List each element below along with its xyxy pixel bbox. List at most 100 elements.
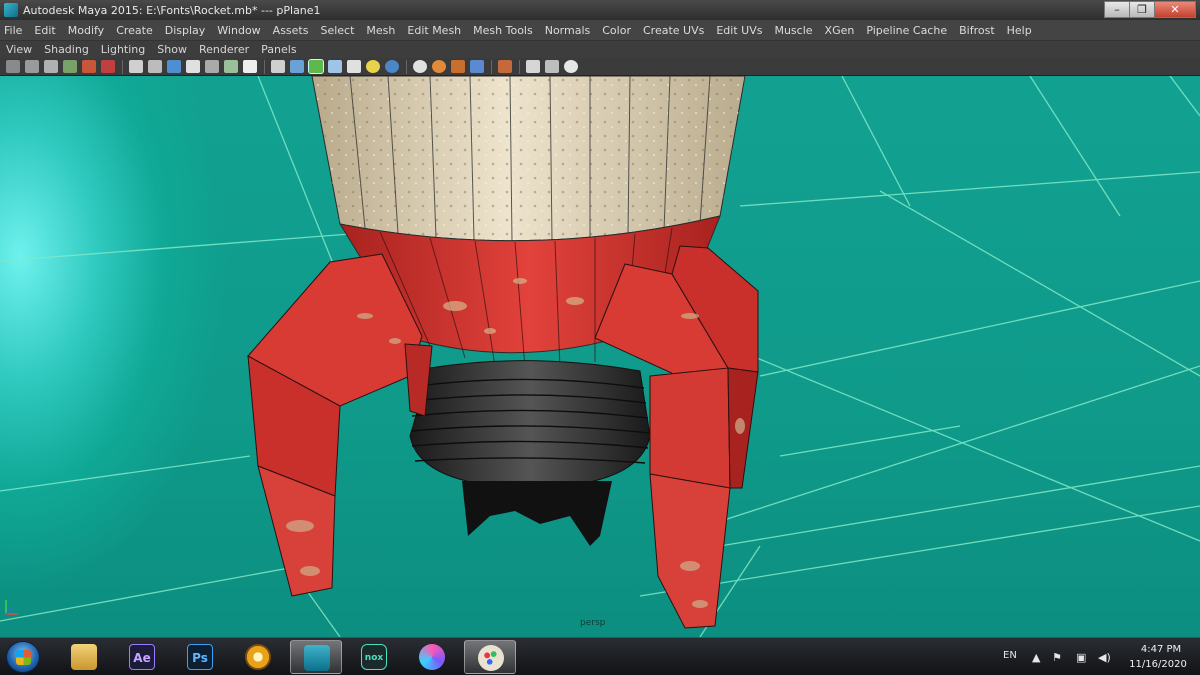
taskbar-media-app[interactable]: [406, 640, 458, 674]
browser-icon: [245, 644, 271, 670]
textured-icon[interactable]: [328, 60, 342, 73]
isolate-select-icon[interactable]: [498, 60, 512, 73]
menu-normals[interactable]: Normals: [545, 24, 591, 37]
menu-color[interactable]: Color: [602, 24, 631, 37]
rocket-nozzle[interactable]: [409, 360, 651, 546]
ambient-occlusion-icon[interactable]: [385, 60, 399, 73]
grid-icon[interactable]: [129, 60, 143, 73]
resolution-gate-icon[interactable]: [167, 60, 181, 73]
taskbar-maya[interactable]: [290, 640, 342, 674]
share-icon[interactable]: [564, 60, 578, 73]
windows-taskbar: Ae Ps nox EN ▲ ⚑ ▣ ◀) 4:47 PM 11/16/2020: [0, 637, 1200, 675]
window-controls: – ❐ ✕: [1104, 1, 1196, 18]
axis-gizmo-icon: [5, 600, 18, 615]
title-bar: Autodesk Maya 2015: E:\Fonts\Rocket.mb* …: [0, 0, 1200, 20]
show-hidden-icons-icon[interactable]: ▲: [1032, 651, 1040, 664]
volume-icon[interactable]: ◀): [1098, 651, 1111, 664]
language-indicator[interactable]: EN: [1003, 650, 1017, 661]
camera-attributes-icon[interactable]: [25, 60, 39, 73]
network-icon[interactable]: ▣: [1076, 651, 1086, 664]
3d-viewport[interactable]: persp: [0, 76, 1200, 637]
four-view-icon[interactable]: [545, 60, 559, 73]
field-chart-icon[interactable]: [205, 60, 219, 73]
menu-assets[interactable]: Assets: [273, 24, 309, 37]
start-button[interactable]: [6, 641, 40, 673]
xray-active-components-icon[interactable]: [451, 60, 465, 73]
toolbar-separator: [264, 59, 265, 74]
safe-title-icon[interactable]: [243, 60, 257, 73]
clock-time[interactable]: 4:47 PM: [1130, 644, 1192, 655]
gate-mask-icon[interactable]: [186, 60, 200, 73]
menu-create-uvs[interactable]: Create UVs: [643, 24, 704, 37]
taskbar-browser[interactable]: [232, 640, 284, 674]
grease-pencil-icon[interactable]: [101, 60, 115, 73]
panel-menu-bar: View Shading Lighting Show Renderer Pane…: [0, 40, 1200, 58]
bookmarks-icon[interactable]: [44, 60, 58, 73]
maya-logo-icon: [4, 3, 18, 17]
minimize-button[interactable]: –: [1104, 1, 1130, 18]
menu-pipeline-cache[interactable]: Pipeline Cache: [866, 24, 947, 37]
after-effects-icon: Ae: [129, 644, 155, 670]
toolbar-separator: [519, 59, 520, 74]
menu-mesh-tools[interactable]: Mesh Tools: [473, 24, 533, 37]
smooth-shade-icon[interactable]: [290, 60, 304, 73]
taskbar-nox[interactable]: nox: [348, 640, 400, 674]
toolbar-separator: [491, 59, 492, 74]
panel-menu-show[interactable]: Show: [157, 43, 187, 56]
menu-mesh[interactable]: Mesh: [366, 24, 395, 37]
menu-select[interactable]: Select: [320, 24, 354, 37]
taskbar-after-effects[interactable]: Ae: [116, 640, 168, 674]
menu-help[interactable]: Help: [1007, 24, 1032, 37]
folder-icon: [71, 644, 97, 670]
toolbar-separator: [406, 59, 407, 74]
nox-icon: nox: [361, 644, 387, 670]
camera-label: persp: [580, 618, 606, 628]
menu-edit-uvs[interactable]: Edit UVs: [716, 24, 762, 37]
maximize-button[interactable]: ❐: [1129, 1, 1155, 18]
image-plane-icon[interactable]: [63, 60, 77, 73]
backface-culling-icon[interactable]: [470, 60, 484, 73]
single-view-icon[interactable]: [526, 60, 540, 73]
safe-action-icon[interactable]: [224, 60, 238, 73]
scene-render: [0, 76, 1200, 637]
panel-menu-view[interactable]: View: [6, 43, 32, 56]
photoshop-icon: Ps: [187, 644, 213, 670]
action-center-flag-icon[interactable]: ⚑: [1052, 651, 1062, 664]
wireframe-icon[interactable]: [271, 60, 285, 73]
panel-menu-panels[interactable]: Panels: [261, 43, 296, 56]
use-all-lights-icon[interactable]: [347, 60, 361, 73]
2d-pan-zoom-icon[interactable]: [82, 60, 96, 73]
select-camera-icon[interactable]: [6, 60, 20, 73]
rocket-nose[interactable]: [311, 76, 746, 242]
toolbar-separator: [122, 59, 123, 74]
menu-edit[interactable]: Edit: [34, 24, 55, 37]
panel-menu-lighting[interactable]: Lighting: [101, 43, 145, 56]
film-gate-icon[interactable]: [148, 60, 162, 73]
shadows-icon[interactable]: [366, 60, 380, 73]
menu-bifrost[interactable]: Bifrost: [959, 24, 995, 37]
taskbar-photoshop[interactable]: Ps: [174, 640, 226, 674]
media-app-icon: [419, 644, 445, 670]
maya-icon: [304, 645, 330, 671]
panel-toolbar: [0, 58, 1200, 76]
menu-window[interactable]: Window: [217, 24, 260, 37]
main-menu-bar: File Edit Modify Create Display Window A…: [0, 20, 1200, 40]
window-title: Autodesk Maya 2015: E:\Fonts\Rocket.mb* …: [23, 3, 321, 17]
menu-xgen[interactable]: XGen: [825, 24, 855, 37]
menu-edit-mesh[interactable]: Edit Mesh: [407, 24, 461, 37]
menu-create[interactable]: Create: [116, 24, 153, 37]
menu-display[interactable]: Display: [165, 24, 206, 37]
taskbar-paint[interactable]: [464, 640, 516, 674]
xray-joints-icon[interactable]: [432, 60, 446, 73]
menu-modify[interactable]: Modify: [68, 24, 104, 37]
panel-menu-shading[interactable]: Shading: [44, 43, 89, 56]
menu-muscle[interactable]: Muscle: [774, 24, 812, 37]
panel-menu-renderer[interactable]: Renderer: [199, 43, 249, 56]
xray-icon[interactable]: [413, 60, 427, 73]
close-button[interactable]: ✕: [1154, 1, 1196, 18]
rocket-fin-left[interactable]: [247, 253, 433, 597]
wireframe-on-shaded-icon[interactable]: [308, 59, 324, 74]
menu-file[interactable]: File: [4, 24, 22, 37]
taskbar-explorer[interactable]: [58, 640, 110, 674]
clock-date[interactable]: 11/16/2020: [1126, 659, 1190, 670]
